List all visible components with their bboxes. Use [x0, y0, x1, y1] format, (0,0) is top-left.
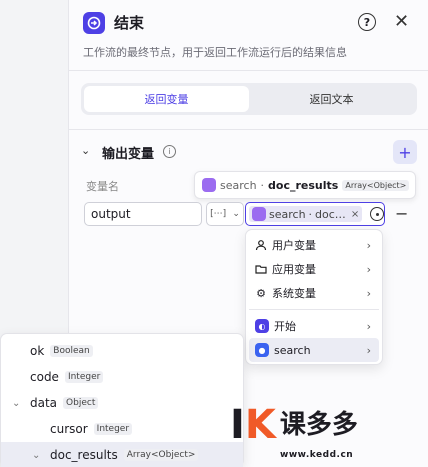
- tooltip-type-badge: Array<Object>: [342, 179, 410, 191]
- value-type-select[interactable]: [⋯] ⌄: [206, 202, 244, 226]
- return-mode-tabs: 返回变量 返回文本: [81, 83, 417, 115]
- folder-icon: [255, 263, 267, 275]
- panel-description: 工作流的最终节点，用于返回工作流运行后的结果信息: [83, 46, 347, 59]
- chevron-right-icon: ›: [366, 343, 371, 357]
- divider: [68, 129, 428, 130]
- chevron-right-icon: ›: [366, 262, 371, 276]
- chip-node: search: [269, 207, 306, 221]
- logo-mark-icon: IK: [230, 402, 276, 448]
- menu-item-label: 用户变量: [272, 239, 316, 252]
- tree-item-cursor[interactable]: cursor Integer: [1, 416, 243, 442]
- menu-item-label: 系统变量: [272, 287, 316, 300]
- close-icon[interactable]: ✕: [394, 11, 409, 32]
- panel-title: 结束: [114, 14, 145, 32]
- section-title: 输出变量: [102, 147, 155, 162]
- field-type-badge: Integer: [64, 371, 104, 383]
- menu-item-system-variables[interactable]: ⚙ 系统变量 ›: [249, 281, 379, 305]
- output-field-tree: ok Boolean code Integer ⌄ data Object cu…: [0, 333, 244, 467]
- variable-source-menu: 用户变量 › 应用变量 › ⚙ 系统变量 › ◐ 开始 › ● search ›: [245, 229, 383, 365]
- start-node-icon: ◐: [255, 319, 269, 333]
- tab-return-variables[interactable]: 返回变量: [84, 86, 249, 112]
- chevron-down-icon[interactable]: ⌄: [12, 398, 20, 409]
- tree-item-data[interactable]: ⌄ data Object: [1, 390, 243, 416]
- chip-field: doc…: [315, 207, 346, 221]
- tooltip-node: search: [220, 178, 257, 192]
- chip-separator: ·: [308, 207, 313, 221]
- field-name: ok: [30, 344, 45, 358]
- field-type-badge: Object: [63, 397, 99, 409]
- watermark-logo: IK 课多多: [230, 405, 358, 445]
- field-type-badge: Integer: [93, 423, 133, 435]
- variable-name-column-label: 变量名: [86, 180, 119, 193]
- target-icon[interactable]: [370, 207, 384, 221]
- menu-item-label: 应用变量: [272, 263, 316, 276]
- cube-icon: [202, 178, 216, 192]
- reference-tooltip: search · doc_results Array<Object>: [194, 171, 416, 199]
- clear-reference-icon[interactable]: ×: [351, 209, 359, 220]
- gear-icon: ⚙: [256, 286, 266, 300]
- field-type-badge: Boolean: [50, 345, 93, 357]
- user-icon: [255, 239, 267, 251]
- field-type-badge: Array<Object>: [123, 449, 199, 461]
- field-name: cursor: [50, 422, 88, 436]
- remove-variable-button[interactable]: −: [395, 204, 408, 223]
- menu-item-label: 开始: [274, 320, 296, 333]
- menu-item-app-variables[interactable]: 应用变量 ›: [249, 257, 379, 281]
- field-name: code: [30, 370, 59, 384]
- menu-item-user-variables[interactable]: 用户变量 ›: [249, 233, 379, 257]
- search-node-icon: ●: [255, 343, 269, 357]
- info-icon[interactable]: i: [163, 145, 176, 158]
- menu-divider: [249, 309, 379, 310]
- help-icon[interactable]: ?: [358, 13, 376, 31]
- chevron-down-icon[interactable]: ⌄: [32, 450, 40, 461]
- reference-input[interactable]: search · doc… ×: [245, 202, 385, 226]
- field-name: data: [30, 396, 58, 410]
- menu-item-start-node[interactable]: ◐ 开始 ›: [249, 314, 379, 338]
- array-icon: [⋯]: [210, 209, 227, 219]
- chevron-down-icon[interactable]: ⌄: [81, 144, 90, 157]
- variable-name-input[interactable]: output: [84, 202, 202, 226]
- watermark-brand: 课多多: [279, 410, 358, 440]
- chevron-right-icon: ›: [366, 319, 371, 333]
- tree-item-doc-results[interactable]: ⌄ doc_results Array<Object>: [1, 442, 243, 467]
- menu-item-label: search: [274, 343, 311, 357]
- end-node-icon: [83, 12, 105, 34]
- watermark-url: www.kedd.cn: [280, 450, 354, 460]
- tree-item-ok[interactable]: ok Boolean: [1, 338, 243, 364]
- add-variable-button[interactable]: +: [393, 140, 417, 164]
- tooltip-separator: ·: [260, 178, 265, 192]
- tab-return-text[interactable]: 返回文本: [249, 86, 414, 112]
- field-name: doc_results: [50, 448, 118, 462]
- reference-chip: search · doc… ×: [249, 206, 363, 222]
- tooltip-field: doc_results: [268, 178, 339, 192]
- cube-icon: [252, 207, 266, 221]
- chevron-right-icon: ›: [366, 238, 371, 252]
- chevron-right-icon: ›: [366, 286, 371, 300]
- divider: [68, 70, 428, 71]
- tree-item-code[interactable]: code Integer: [1, 364, 243, 390]
- chevron-down-icon: ⌄: [232, 209, 240, 219]
- menu-item-search-node[interactable]: ● search ›: [249, 338, 379, 362]
